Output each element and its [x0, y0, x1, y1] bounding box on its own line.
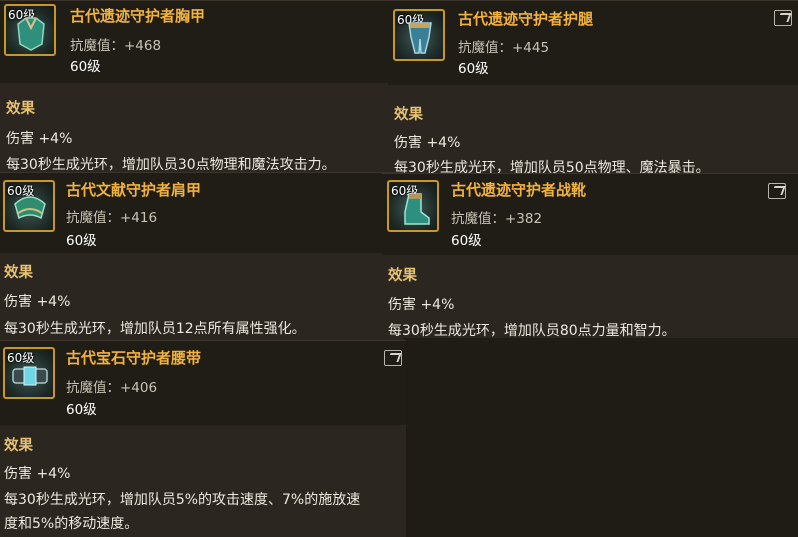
item-stat: 抗魔值：+406: [66, 380, 158, 396]
shoulder-armor-icon[interactable]: 60级: [3, 180, 55, 232]
effect-line: 度和5%的移动速度。: [4, 516, 139, 532]
tooltip-header: [0, 173, 404, 253]
tooltip-header: [382, 174, 798, 255]
item-stat: 抗魔值：+416: [66, 210, 158, 226]
chest-armor-graphic: [17, 17, 45, 51]
item-tooltip-legs: 60级 古代遗迹守护者护腿 抗魔值：+445 60级 效果 伤害 +4% 每30…: [388, 0, 798, 181]
boots-graphic: [404, 193, 430, 225]
effect-line: 每30秒生成光环，增加队员30点物理和魔法攻击力。: [6, 157, 336, 173]
leg-armor-graphic: [408, 22, 432, 54]
effect-line: 每30秒生成光环，增加队员12点所有属性强化。: [4, 321, 306, 337]
chest-armor-icon[interactable]: 60级: [4, 4, 56, 56]
share-icon[interactable]: [774, 10, 792, 26]
effect-line: 伤害 +4%: [4, 294, 71, 310]
effect-line: 伤害 +4%: [4, 466, 71, 482]
shoulder-armor-graphic: [14, 196, 46, 220]
item-stat: 抗魔值：+468: [70, 38, 162, 54]
item-name: 古代文献守护者肩甲: [66, 181, 202, 199]
item-name: 古代遗迹守护者护腿: [458, 10, 594, 28]
item-level: 60级: [66, 402, 97, 418]
item-level: 60级: [66, 233, 97, 249]
boots-icon[interactable]: 60级: [387, 180, 439, 232]
item-name: 古代遗迹守护者胸甲: [70, 7, 206, 25]
effect-title: 效果: [4, 438, 33, 454]
belt-icon[interactable]: 60级: [3, 347, 55, 399]
item-tooltip-belt: 60级 古代宝石守护者腰带 抗魔值：+406 60级 效果 伤害 +4% 每30…: [0, 340, 406, 537]
item-stat: 抗魔值：+382: [451, 211, 543, 227]
item-tooltip-chest: 60级 古代遗迹守护者胸甲 抗魔值：+468 60级 效果 伤害 +4% 每30…: [0, 0, 404, 177]
effect-line: 伤害 +4%: [394, 135, 461, 151]
share-icon[interactable]: [384, 350, 402, 366]
leg-armor-icon[interactable]: 60级: [393, 9, 445, 61]
effect-title: 效果: [394, 107, 423, 123]
item-stat: 抗魔值：+445: [458, 40, 550, 56]
effect-title: 效果: [4, 265, 33, 281]
effect-line: 伤害 +4%: [6, 131, 73, 147]
effect-line: 每30秒生成光环，增加队员5%的攻击速度、7%的施放速: [4, 492, 361, 508]
item-name: 古代宝石守护者腰带: [66, 349, 202, 367]
share-icon[interactable]: [768, 183, 786, 199]
item-name: 古代遗迹守护者战靴: [451, 181, 587, 199]
tooltip-header: [0, 341, 406, 425]
item-level: 60级: [70, 59, 101, 75]
item-level: 60级: [458, 61, 489, 77]
belt-graphic: [12, 366, 48, 386]
effect-line: 伤害 +4%: [388, 297, 455, 313]
effect-title: 效果: [388, 268, 417, 284]
effect-line: 每30秒生成光环，增加队员80点力量和智力。: [388, 323, 676, 338]
item-tooltip-boots: 60级 古代遗迹守护者战靴 抗魔值：+382 60级 效果 伤害 +4% 每30…: [382, 173, 798, 338]
effect-title: 效果: [6, 101, 35, 117]
item-level: 60级: [451, 233, 482, 249]
item-tooltip-shoulder: 60级 古代文献守护者肩甲 抗魔值：+416 60级 效果 伤害 +4% 每30…: [0, 172, 404, 343]
